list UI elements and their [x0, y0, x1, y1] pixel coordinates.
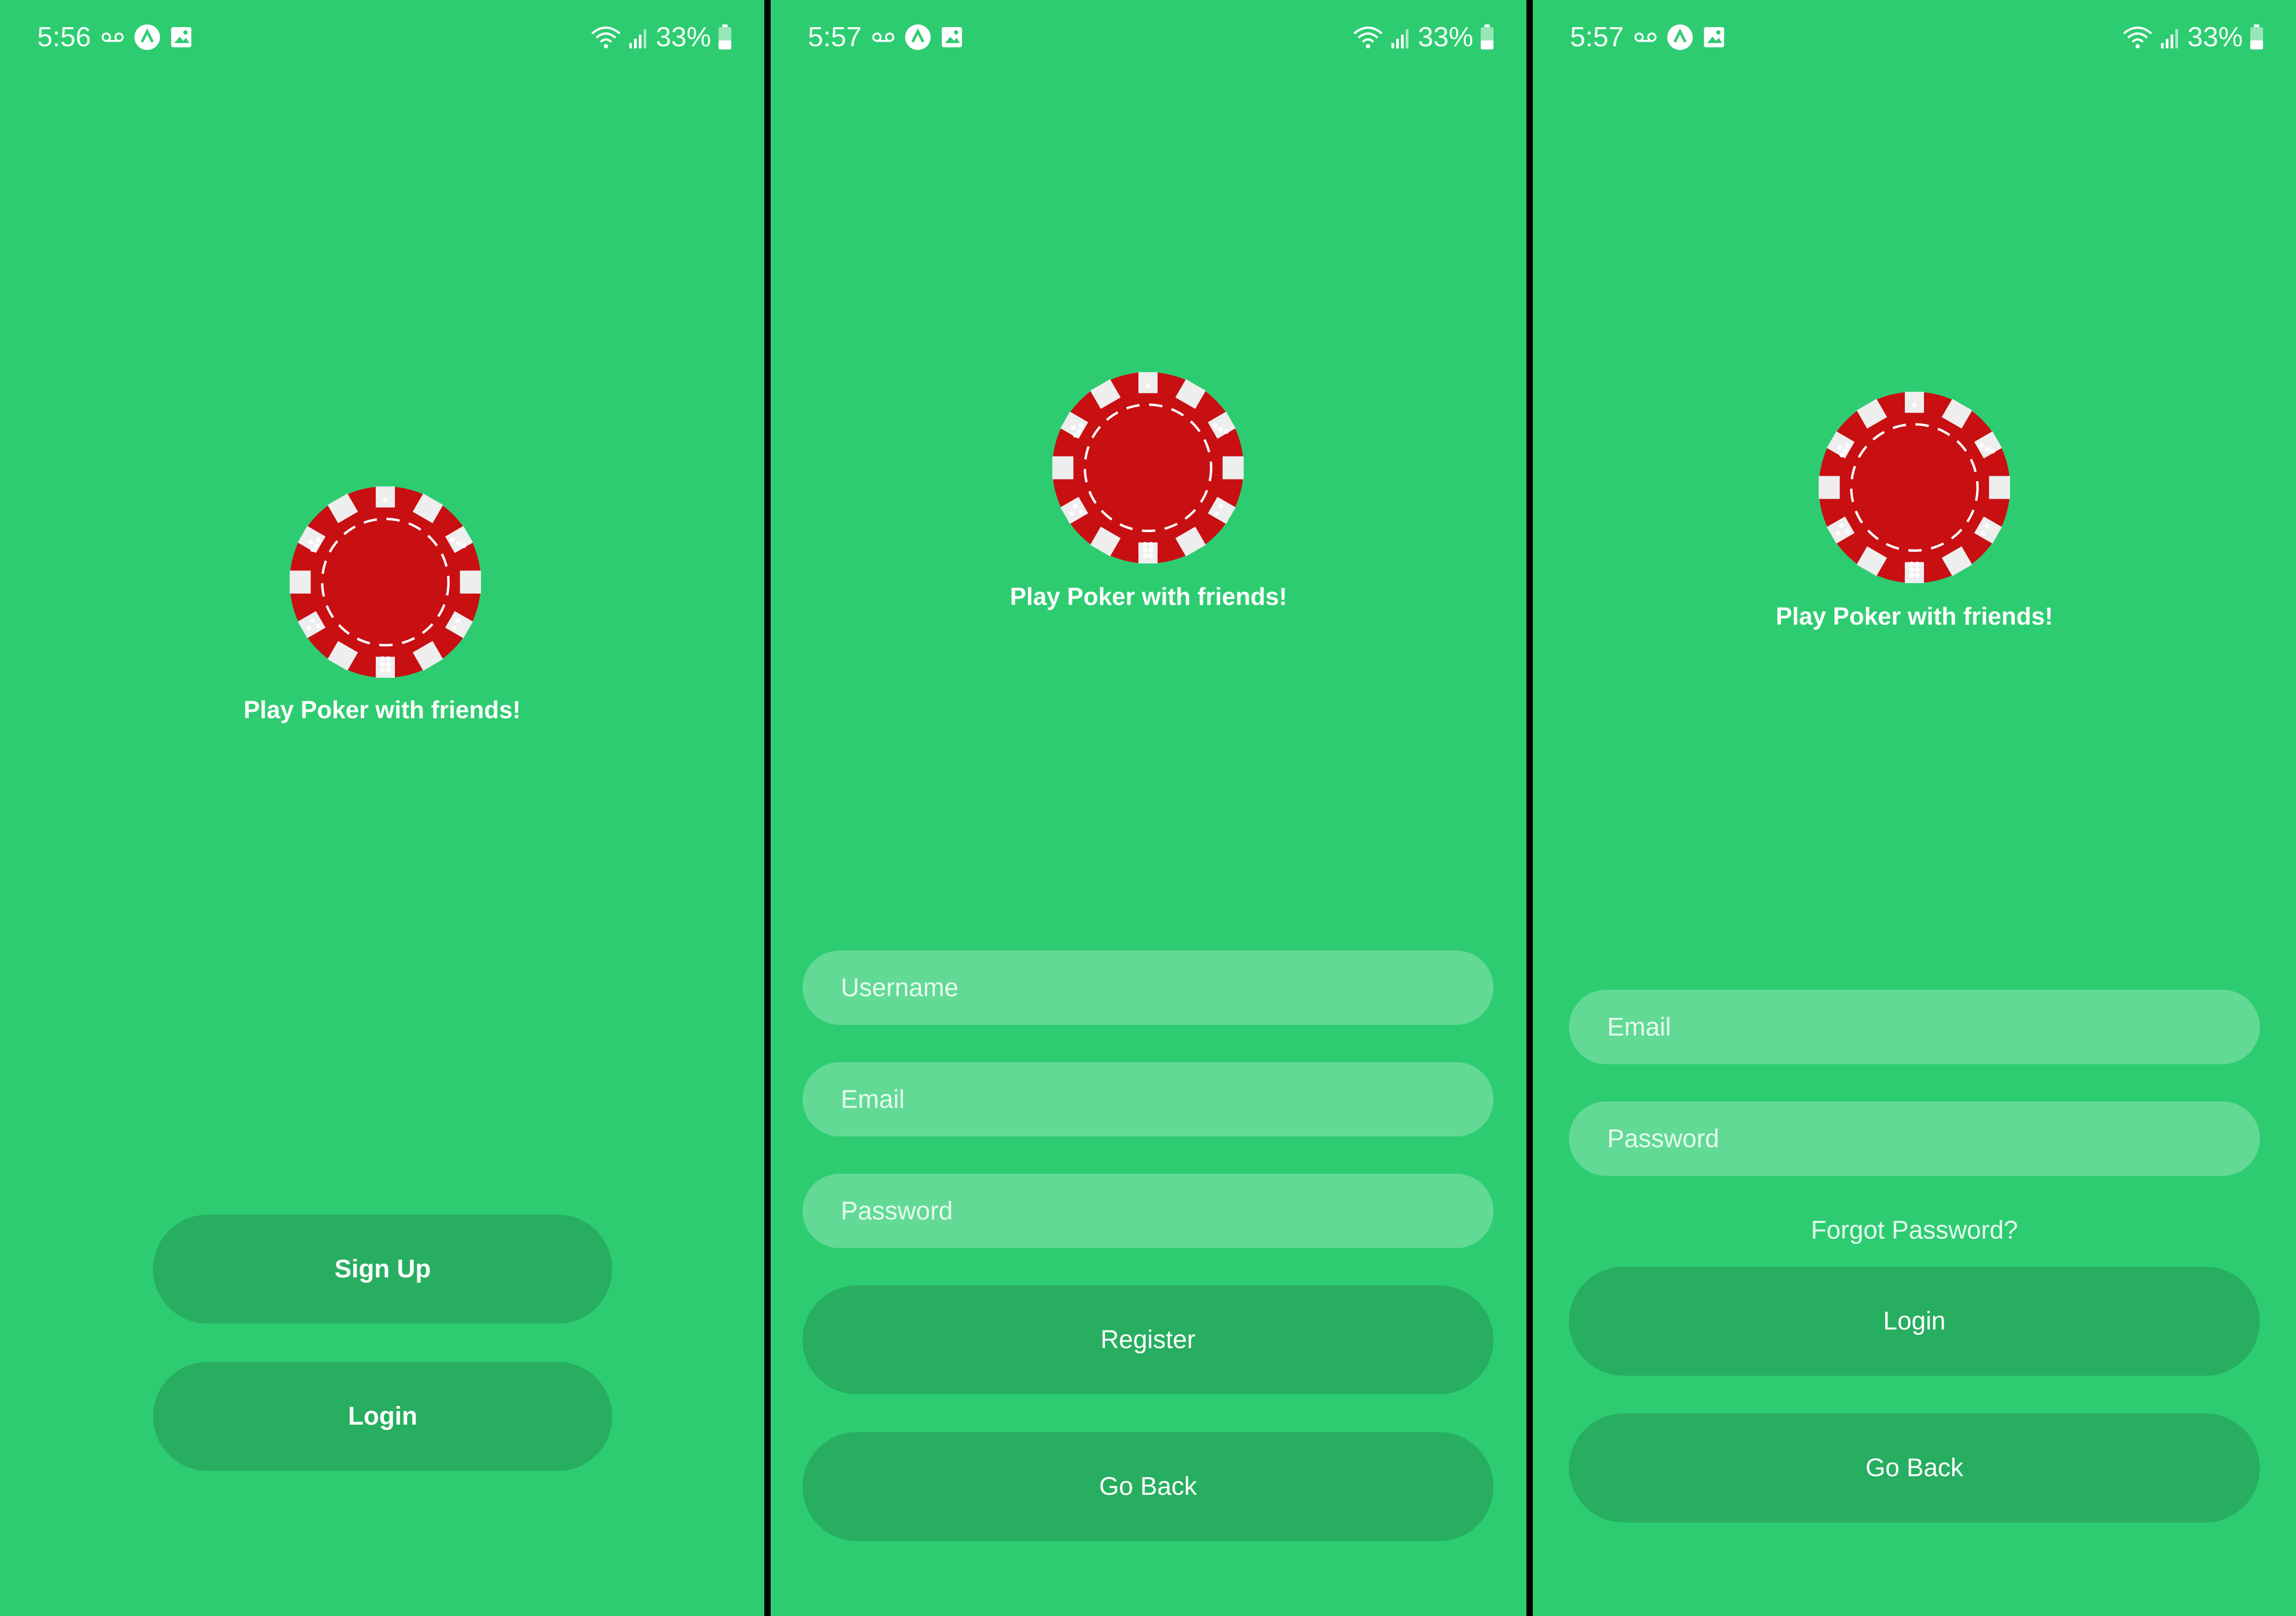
poker-chip-logo [290, 486, 481, 678]
battery-percent: 33% [2187, 22, 2243, 53]
battery-icon [719, 24, 731, 49]
password-input[interactable] [1606, 1123, 2260, 1154]
wifi-icon [591, 27, 621, 48]
password-field[interactable] [803, 1174, 1493, 1248]
battery-percent: 33% [655, 22, 711, 53]
status-system-icons: 33% [1352, 20, 1495, 54]
email-input[interactable] [1606, 1012, 2260, 1042]
go-back-button[interactable]: Go Back [803, 1432, 1493, 1541]
register-button[interactable]: Register [803, 1285, 1493, 1394]
status-bar: 5:57 33% [771, 0, 1526, 74]
email-input[interactable] [840, 1084, 1493, 1115]
login-screen: 5:57 33% Play Poker with friends! Forgot… [1533, 0, 2296, 1616]
app-badge-icon [905, 24, 931, 50]
signal-icon [2160, 29, 2178, 48]
username-input[interactable] [840, 972, 1493, 1003]
forgot-password-link[interactable]: Forgot Password? [1533, 1215, 2296, 1247]
status-bar: 5:57 33% [1533, 0, 2296, 74]
register-screen: 5:57 33% Play Poker with friends! Regist… [771, 0, 1526, 1616]
voicemail-icon [102, 32, 124, 42]
status-bar: 5:56 33% [0, 0, 764, 74]
wifi-icon [1353, 27, 1383, 48]
signal-icon [1391, 29, 1408, 48]
login-button[interactable]: Login [153, 1362, 612, 1471]
app-badge-icon [134, 24, 160, 50]
poker-chip-logo [1819, 392, 2010, 583]
welcome-screen: 5:56 33% Play Poker with friends! Sign U… [0, 0, 764, 1616]
gallery-icon [1704, 27, 1724, 47]
battery-icon [2250, 24, 2263, 49]
signal-icon [629, 29, 646, 48]
battery-percent: 33% [1417, 22, 1473, 53]
password-input[interactable] [840, 1196, 1493, 1226]
status-notification-icons [872, 23, 963, 51]
username-field[interactable] [803, 950, 1493, 1025]
tagline: Play Poker with friends! [1010, 583, 1287, 610]
go-back-button[interactable]: Go Back [1569, 1413, 2260, 1522]
poker-chip-logo [1052, 372, 1244, 563]
password-field[interactable] [1569, 1101, 2260, 1176]
email-field[interactable] [803, 1062, 1493, 1137]
gallery-icon [942, 27, 962, 47]
status-notification-icons [101, 23, 192, 51]
status-system-icons: 33% [2122, 20, 2264, 54]
battery-icon [1481, 24, 1493, 49]
status-notification-icons [1634, 23, 1725, 51]
status-time: 5:57 [1570, 22, 1624, 53]
status-time: 5:56 [37, 22, 91, 53]
status-time: 5:57 [808, 22, 862, 53]
voicemail-icon [1634, 32, 1657, 42]
status-system-icons: 33% [590, 20, 732, 54]
gallery-icon [171, 27, 191, 47]
tagline: Play Poker with friends! [1776, 602, 2053, 630]
app-badge-icon [1667, 24, 1693, 50]
tagline: Play Poker with friends! [243, 696, 521, 723]
signup-button[interactable]: Sign Up [153, 1215, 612, 1324]
wifi-icon [2123, 27, 2152, 48]
email-field[interactable] [1569, 990, 2260, 1064]
login-button[interactable]: Login [1569, 1267, 2260, 1376]
voicemail-icon [872, 32, 894, 42]
